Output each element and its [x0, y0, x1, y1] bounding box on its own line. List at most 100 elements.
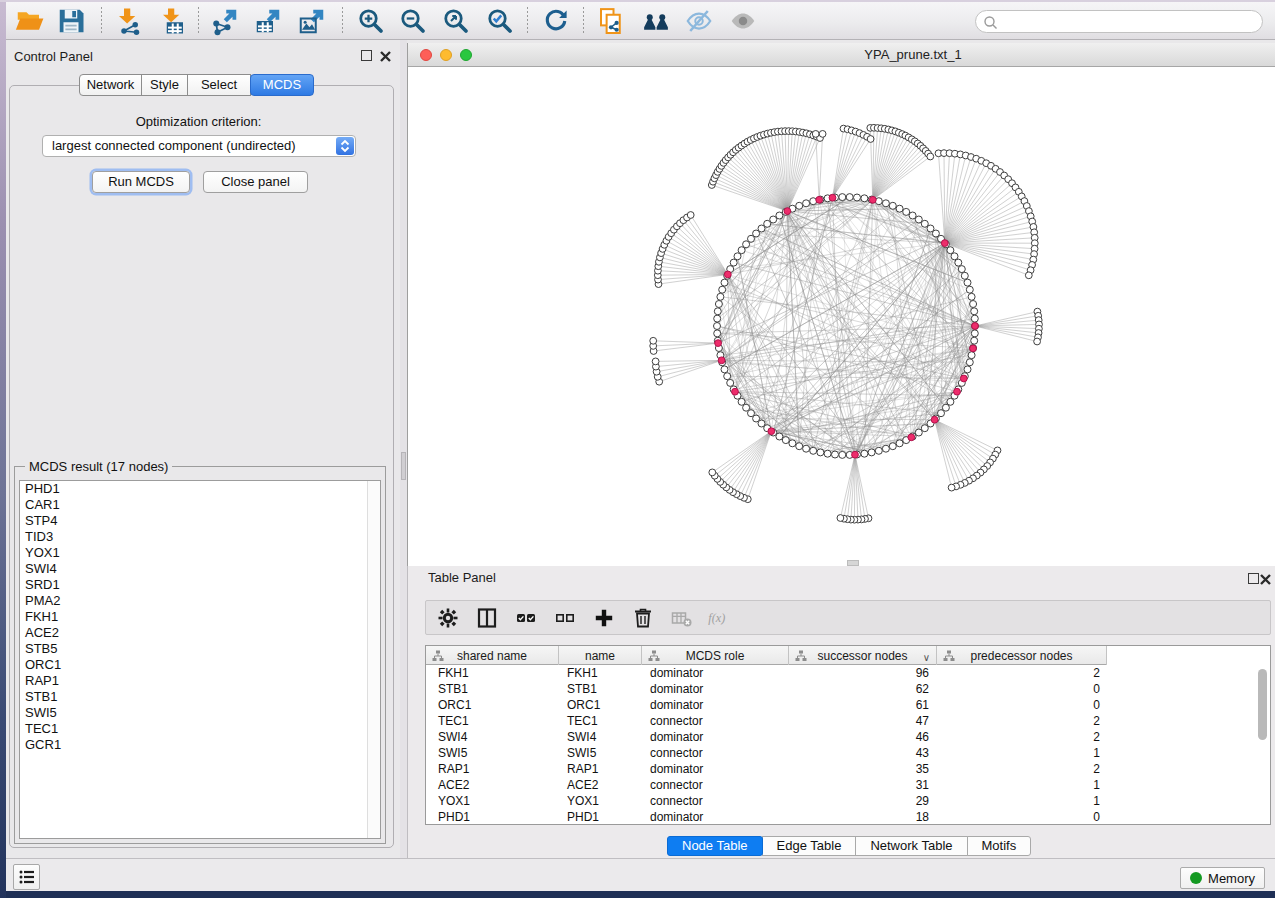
run-mcds-button[interactable]: Run MCDS: [92, 171, 190, 193]
mcds-result-item[interactable]: STB1: [20, 689, 380, 705]
zoom-selected-icon[interactable]: [484, 6, 516, 36]
mcds-result-item[interactable]: GCR1: [20, 737, 380, 753]
table-cell: ACE2: [438, 777, 469, 793]
task-history-button[interactable]: [13, 864, 40, 890]
select-all-icon[interactable]: [512, 605, 539, 631]
tab-node-table[interactable]: Node Table: [667, 836, 763, 856]
tab-network-table[interactable]: Network Table: [855, 836, 967, 856]
mcds-result-item[interactable]: TEC1: [20, 721, 380, 737]
table-row[interactable]: RAP1RAP1dominator352: [426, 761, 1270, 777]
mcds-result-item[interactable]: CAR1: [20, 497, 380, 513]
zoom-in-icon[interactable]: [355, 6, 387, 36]
mcds-result-item[interactable]: ORC1: [20, 657, 380, 673]
close-panel-icon[interactable]: [1259, 572, 1272, 590]
import-network-icon[interactable]: [113, 6, 145, 36]
table-row[interactable]: TEC1TEC1connector472: [426, 713, 1270, 729]
table-panel-tabs: Node Table Edge Table Network Table Moti…: [667, 836, 1030, 856]
minimize-window-icon[interactable]: [440, 49, 452, 61]
mcds-result-item[interactable]: YOX1: [20, 545, 380, 561]
table-settings-icon[interactable]: [434, 605, 461, 631]
delete-table-icon[interactable]: [668, 605, 695, 631]
column-header-predecessor-nodes[interactable]: predecessor nodes: [937, 646, 1107, 665]
first-neighbors-icon[interactable]: [640, 6, 672, 36]
table-cell: RAP1: [438, 761, 469, 777]
mcds-result-item[interactable]: SWI5: [20, 705, 380, 721]
network-window-titlebar[interactable]: YPA_prune.txt_1: [408, 43, 1275, 67]
table-panel-title: Table Panel: [428, 570, 496, 585]
table-cell: RAP1: [567, 761, 598, 777]
tab-style[interactable]: Style: [141, 74, 188, 96]
mcds-result-item[interactable]: SRD1: [20, 577, 380, 593]
maximize-window-icon[interactable]: [460, 49, 472, 61]
mcds-list-scrollbar[interactable]: [367, 481, 380, 838]
table-cell: ORC1: [567, 697, 600, 713]
close-panel-button[interactable]: Close panel: [203, 171, 308, 193]
table-row[interactable]: SWI4SWI4dominator462: [426, 729, 1270, 745]
dropdown-stepper-icon: [336, 137, 354, 155]
open-file-icon[interactable]: [13, 6, 45, 36]
import-table-icon[interactable]: [157, 6, 189, 36]
table-panel: Table Panel: [407, 566, 1275, 860]
function-builder-icon[interactable]: f(x): [707, 605, 734, 631]
network-canvas[interactable]: [408, 67, 1275, 566]
tab-motifs[interactable]: Motifs: [967, 836, 1032, 856]
zoom-out-icon[interactable]: [397, 6, 429, 36]
criterion-value: largest connected component (undirected): [52, 138, 296, 153]
export-image-icon[interactable]: [296, 6, 328, 36]
unselect-all-icon[interactable]: [551, 605, 578, 631]
tab-mcds[interactable]: MCDS: [250, 74, 314, 96]
show-columns-icon[interactable]: [473, 605, 500, 631]
mcds-result-item[interactable]: STB5: [20, 641, 380, 657]
mcds-result-list: PHD1CAR1STP4TID3YOX1SWI4SRD1PMA2FKH1ACE2…: [19, 480, 381, 839]
search-input[interactable]: [975, 10, 1263, 33]
table-row[interactable]: PHD1PHD1dominator180: [426, 809, 1270, 825]
network-view-frame: YPA_prune.txt_1: [407, 43, 1275, 566]
table-row[interactable]: STB1STB1dominator620: [426, 681, 1270, 697]
mcds-result-item[interactable]: TID3: [20, 529, 380, 545]
table-row[interactable]: SWI5SWI5connector431: [426, 745, 1270, 761]
memory-button[interactable]: Memory: [1180, 867, 1265, 889]
table-toolbar: f(x): [425, 600, 1271, 635]
export-network-icon[interactable]: [209, 6, 241, 36]
mcds-result-item[interactable]: PMA2: [20, 593, 380, 609]
table-cell: 0: [937, 809, 1100, 825]
table-row[interactable]: ACE2ACE2connector311: [426, 777, 1270, 793]
mcds-result-item[interactable]: ACE2: [20, 625, 380, 641]
mcds-result-item[interactable]: PHD1: [20, 481, 380, 497]
float-panel-icon[interactable]: [1248, 573, 1259, 584]
add-column-icon[interactable]: [590, 605, 617, 631]
tab-edge-table[interactable]: Edge Table: [762, 836, 857, 856]
table-row[interactable]: YOX1YOX1connector291: [426, 793, 1270, 809]
tab-network[interactable]: Network: [79, 74, 142, 96]
zoom-fit-icon[interactable]: [440, 6, 472, 36]
table-row[interactable]: FKH1FKH1dominator962: [426, 665, 1270, 681]
column-header-name[interactable]: name: [559, 646, 642, 665]
table-scrollbar[interactable]: [1258, 669, 1267, 740]
table-cell: dominator: [650, 681, 703, 697]
column-header-successor-nodes[interactable]: successor nodes ∨: [789, 646, 937, 665]
refresh-icon[interactable]: [540, 6, 572, 36]
vertical-splitter[interactable]: [400, 40, 407, 860]
close-window-icon[interactable]: [420, 49, 432, 61]
mcds-result-item[interactable]: RAP1: [20, 673, 380, 689]
copy-network-icon[interactable]: [595, 6, 627, 36]
delete-column-icon[interactable]: [629, 605, 656, 631]
mcds-result-item[interactable]: FKH1: [20, 609, 380, 625]
table-row[interactable]: ORC1ORC1dominator610: [426, 697, 1270, 713]
mcds-result-item[interactable]: STP4: [20, 513, 380, 529]
control-panel: Control Panel Network Style Select MCDS …: [6, 40, 400, 860]
export-table-icon[interactable]: [252, 6, 284, 36]
show-all-icon[interactable]: [727, 6, 759, 36]
save-session-icon[interactable]: [55, 6, 87, 36]
criterion-dropdown[interactable]: largest connected component (undirected): [42, 135, 356, 157]
column-header-shared-name[interactable]: shared name: [426, 646, 559, 665]
close-panel-icon[interactable]: [379, 49, 392, 67]
table-cell: dominator: [650, 697, 703, 713]
table-cell: 61: [789, 697, 929, 713]
hide-selected-icon[interactable]: [683, 6, 715, 36]
float-panel-icon[interactable]: [361, 50, 372, 61]
mcds-result-item[interactable]: SWI4: [20, 561, 380, 577]
column-header-mcds-role[interactable]: MCDS role: [642, 646, 789, 665]
toolbar-separator: [101, 7, 102, 35]
tab-select[interactable]: Select: [187, 74, 251, 96]
